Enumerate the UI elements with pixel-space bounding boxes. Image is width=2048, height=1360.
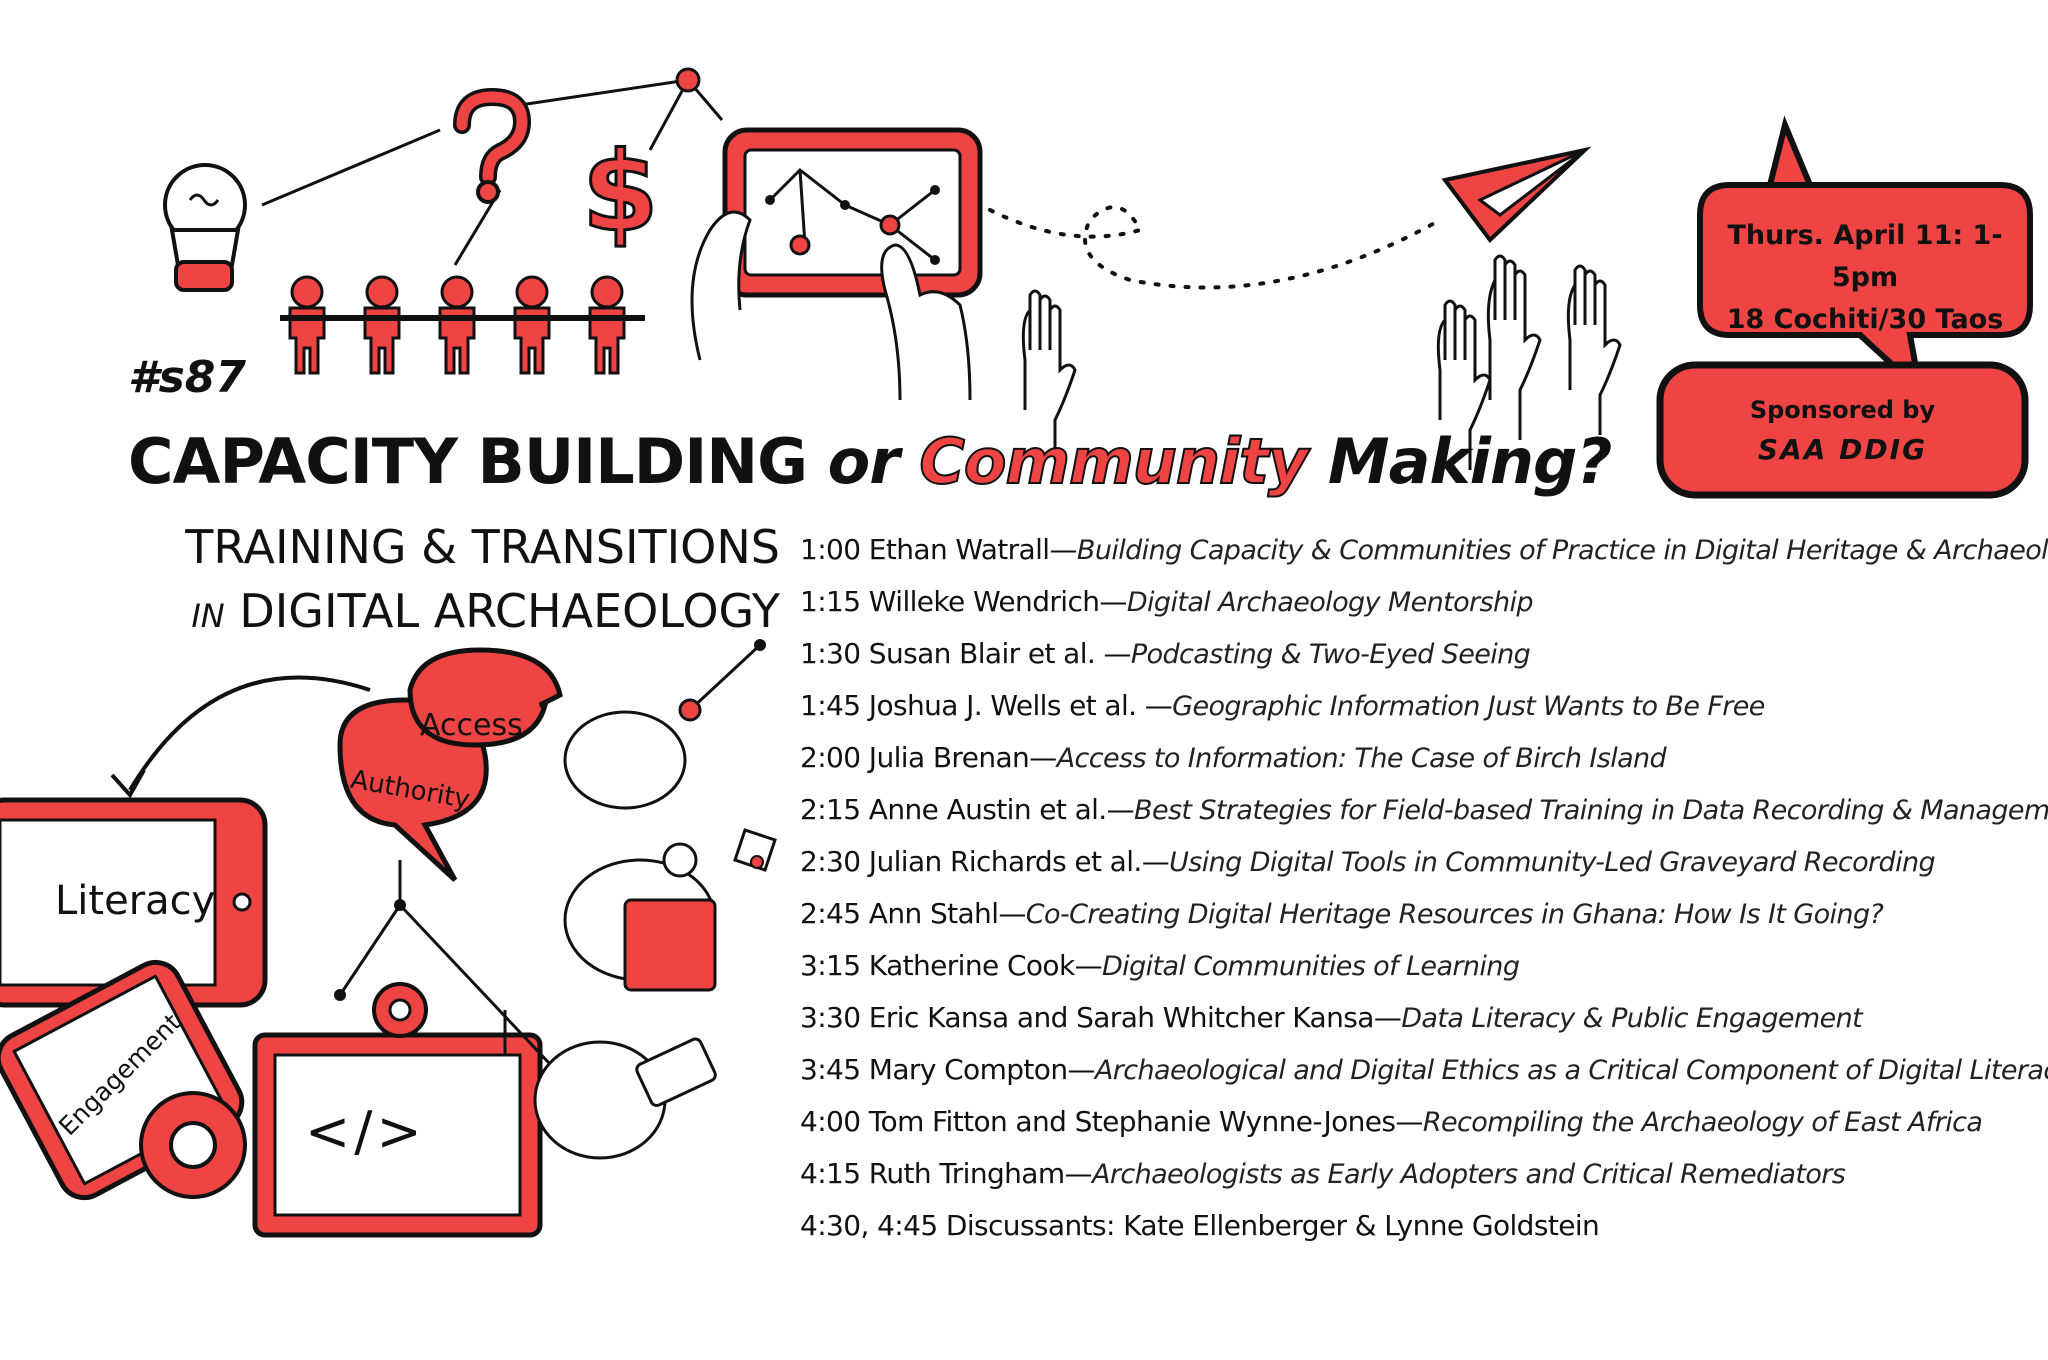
schedule-row: 3:15 Katherine Cook—Digital Communities …	[800, 949, 1520, 982]
node-dot	[675, 67, 701, 93]
subtitle-line-2: IN DIGITAL ARCHAEOLOGY	[120, 579, 780, 648]
literacy-label: Literacy	[55, 878, 216, 924]
event-where: 18 Cochiti/30 Taos	[1726, 304, 2004, 335]
code-label: </>	[305, 1100, 426, 1163]
schedule-row: 4:00 Tom Fitton and Stephanie Wynne-Jone…	[800, 1105, 1983, 1138]
subtitle-line-1: TRAINING & TRANSITIONS	[185, 520, 780, 574]
sponsor-line-1: Sponsored by	[1749, 396, 1936, 424]
schedule-row: 4:15 Ruth Tringham—Archaeologists as Ear…	[800, 1157, 1846, 1190]
schedule-row: 1:15 Willeke Wendrich—Digital Archaeolog…	[800, 585, 1534, 618]
people-chain-icon	[280, 275, 645, 375]
svg-text:$: $	[582, 128, 659, 256]
page-title: CAPACITY BUILDING or Community Making?	[128, 424, 1613, 499]
schedule-row: 3:45 Mary Compton—Archaeological and Dig…	[800, 1053, 2048, 1086]
schedule-row: 2:45 Ann Stahl—Co-Creating Digital Herit…	[800, 897, 1884, 930]
sponsor-info: Sponsored by SAA DDIG	[1660, 390, 2025, 470]
title-part-1: CAPACITY BUILDING	[128, 425, 808, 498]
event-when: Thurs. April 11: 1-5pm	[1727, 220, 2003, 293]
schedule-row: 1:30 Susan Blair et al. —Podcasting & Tw…	[800, 637, 1531, 670]
schedule-row: 3:30 Eric Kansa and Sarah Whitcher Kansa…	[800, 1001, 1863, 1034]
schedule-row: 2:30 Julian Richards et al.—Using Digita…	[800, 845, 1936, 878]
paper-plane-icon	[1441, 146, 1592, 243]
dollar-sign-icon: $	[581, 127, 661, 258]
schedule-row: 2:00 Julia Brenan—Access to Information:…	[800, 741, 1667, 774]
hashtag: #s87	[128, 352, 247, 403]
access-label: Access	[420, 708, 523, 743]
title-part-3: Community	[918, 424, 1309, 499]
title-part-2: or	[827, 425, 900, 498]
subtitle-line-2-text: DIGITAL ARCHAEOLOGY	[239, 584, 780, 638]
schedule-row: 1:00 Ethan Watrall—Building Capacity & C…	[800, 533, 2048, 566]
subtitle: TRAINING & TRANSITIONS IN DIGITAL ARCHAE…	[120, 515, 780, 648]
lightbulb-icon	[163, 163, 247, 292]
title-part-4: Making?	[1327, 425, 1613, 498]
schedule-row: 4:30, 4:45 Discussants: Kate Ellenberger…	[800, 1209, 1600, 1242]
flight-path	[988, 205, 1442, 290]
sponsor-line-2: SAA DDIG	[1757, 433, 1928, 466]
schedule-row: 1:45 Joshua J. Wells et al. —Geographic …	[800, 689, 1765, 722]
schedule-list: 1:00 Ethan Watrall—Building Capacity & C…	[800, 524, 2048, 1252]
subtitle-line-2-prefix: IN	[191, 597, 225, 635]
event-info: Thurs. April 11: 1-5pm 18 Cochiti/30 Tao…	[1700, 215, 2030, 341]
question-mark-icon	[453, 87, 532, 204]
tablet-network-icon	[690, 127, 983, 401]
schedule-row: 2:15 Anne Austin et al.—Best Strategies …	[800, 793, 2048, 826]
